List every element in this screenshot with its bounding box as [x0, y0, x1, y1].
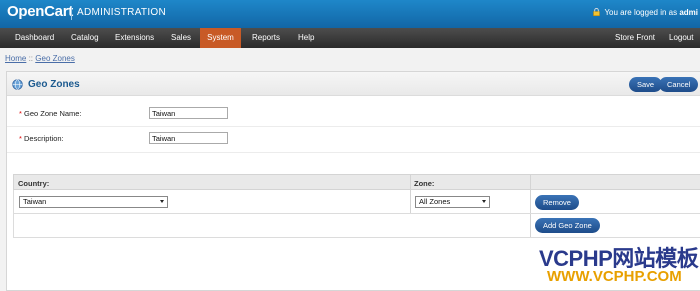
form-row-name: * Geo Zone Name:	[7, 97, 700, 127]
menu-item-store-front[interactable]: Store Front	[608, 28, 662, 48]
column-divider	[530, 190, 531, 213]
menu-item-extensions[interactable]: Extensions	[108, 28, 161, 48]
zone-table-header: Country: Zone:	[13, 174, 700, 190]
column-divider	[530, 175, 531, 190]
menu-item-sales[interactable]: Sales	[164, 28, 198, 48]
login-status: You are logged in as admi	[593, 8, 698, 17]
chevron-down-icon	[482, 200, 486, 203]
cancel-button[interactable]: Cancel	[659, 77, 699, 92]
table-footer-row: Add Geo Zone	[13, 214, 700, 238]
description-field[interactable]	[149, 132, 228, 144]
country-select-value: Taiwan	[23, 197, 47, 206]
chevron-down-icon	[160, 200, 164, 203]
breadcrumb-home[interactable]: Home	[5, 54, 26, 63]
zone-column-header: Zone:	[414, 179, 435, 188]
menu-item-reports[interactable]: Reports	[245, 28, 287, 48]
table-row: Taiwan All Zones Remove	[13, 190, 700, 214]
zone-select[interactable]: All Zones	[415, 196, 490, 208]
lock-icon	[593, 8, 601, 16]
save-button[interactable]: Save	[629, 77, 663, 92]
geo-zone-name-label: * Geo Zone Name:	[19, 109, 82, 118]
watermark-url: WWW.VCPHP.COM	[547, 268, 682, 285]
required-mark: *	[19, 109, 22, 118]
page-title: Geo Zones	[28, 79, 80, 90]
menu-item-dashboard[interactable]: Dashboard	[8, 28, 61, 48]
geo-zone-name-label-text: Geo Zone Name:	[24, 109, 82, 118]
panel-heading: Geo Zones Save Cancel	[7, 72, 700, 96]
brand-subtitle: ADMINISTRATION	[77, 7, 167, 18]
add-geo-zone-button[interactable]: Add Geo Zone	[535, 218, 600, 233]
breadcrumb: Home :: Geo Zones	[5, 54, 75, 63]
required-mark: *	[19, 134, 22, 143]
zone-select-value: All Zones	[419, 197, 451, 206]
description-label: * Description:	[19, 134, 64, 143]
geo-zone-name-field[interactable]	[149, 107, 228, 119]
menu-item-system[interactable]: System	[200, 28, 241, 48]
breadcrumb-separator: ::	[28, 54, 34, 63]
main-menu: Dashboard Catalog Extensions Sales Syste…	[0, 28, 700, 48]
remove-zone-button[interactable]: Remove	[535, 195, 579, 210]
country-column-header: Country:	[18, 179, 50, 188]
login-text: You are logged in as	[604, 8, 678, 17]
brand-logo[interactable]: OpenCart	[7, 3, 73, 20]
menu-item-catalog[interactable]: Catalog	[64, 28, 106, 48]
brand-separator	[71, 6, 72, 20]
menu-item-logout[interactable]: Logout	[662, 28, 700, 48]
description-label-text: Description:	[24, 134, 64, 143]
watermark: VCPHP网站模板 WWW.VCPHP.COM	[531, 238, 700, 291]
country-select[interactable]: Taiwan	[19, 196, 168, 208]
breadcrumb-current[interactable]: Geo Zones	[35, 54, 75, 63]
login-user: admi	[679, 8, 698, 17]
header-bar: OpenCart ADMINISTRATION You are logged i…	[0, 0, 700, 28]
menu-item-help[interactable]: Help	[291, 28, 321, 48]
form-row-description: * Description:	[7, 127, 700, 153]
column-divider	[410, 190, 411, 213]
column-divider	[410, 175, 411, 190]
globe-icon	[12, 79, 23, 90]
column-divider	[530, 214, 531, 237]
